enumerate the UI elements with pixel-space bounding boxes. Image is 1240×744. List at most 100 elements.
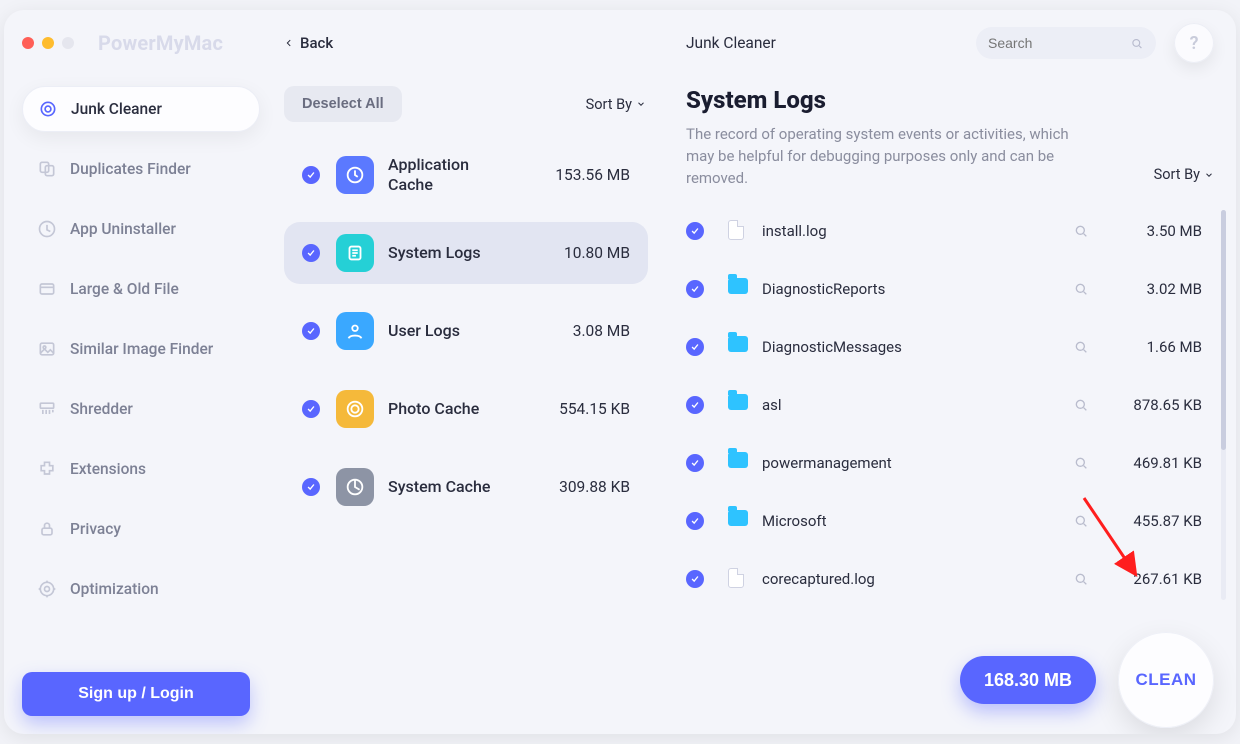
checkbox-checked-icon[interactable] (302, 400, 320, 418)
reveal-icon[interactable] (1070, 510, 1092, 532)
checkbox-checked-icon[interactable] (302, 166, 320, 184)
category-row[interactable]: System Logs 10.80 MB (284, 222, 648, 284)
junk-cleaner-icon (37, 98, 59, 120)
sidebar-footer: Sign up / Login (22, 672, 260, 716)
panel-description: The record of operating system events or… (686, 124, 1086, 189)
chevron-down-icon (636, 99, 646, 109)
sort-by-category-dropdown[interactable]: Sort By (586, 96, 646, 113)
checkbox-checked-icon[interactable] (686, 454, 704, 472)
file-size: 267.61 KB (1106, 570, 1202, 588)
sidebar-item-label: Junk Cleaner (71, 100, 162, 118)
sort-by-files-dropdown[interactable]: Sort By (1154, 166, 1214, 183)
category-list: ApplicationCache 153.56 MB System Logs 1… (284, 144, 654, 518)
category-label: System Logs (388, 243, 481, 263)
window-controls: PowerMyMac (22, 28, 260, 58)
file-size: 469.81 KB (1106, 454, 1202, 472)
folder-icon (728, 336, 748, 352)
maximize-window-icon[interactable] (62, 37, 74, 49)
optimization-icon (36, 578, 58, 600)
file-name: DiagnosticReports (762, 280, 885, 298)
clean-button[interactable]: CLEAN (1118, 632, 1214, 728)
checkbox-checked-icon[interactable] (302, 244, 320, 262)
category-label: ApplicationCache (388, 155, 469, 195)
checkbox-checked-icon[interactable] (686, 338, 704, 356)
file-size: 1.66 MB (1106, 338, 1202, 356)
checkbox-checked-icon[interactable] (686, 222, 704, 240)
sidebar-item-app-uninstaller[interactable]: App Uninstaller (22, 206, 260, 252)
file-row[interactable]: DiagnosticMessages 1.66 MB (686, 325, 1202, 369)
folder-icon (728, 394, 748, 410)
file-name: install.log (762, 222, 827, 240)
file-row[interactable]: powermanagement 469.81 KB (686, 441, 1202, 485)
sidebar-item-label: Optimization (70, 580, 159, 598)
category-size: 153.56 MB (555, 166, 630, 184)
sidebar-item-optimization[interactable]: Optimization (22, 566, 260, 612)
login-button[interactable]: Sign up / Login (22, 672, 250, 716)
scrollbar-track[interactable] (1221, 210, 1226, 600)
sidebar-nav: Junk Cleaner Duplicates Finder App Unins… (22, 86, 260, 612)
sidebar-item-label: Large & Old File (70, 280, 179, 298)
category-icon (336, 156, 374, 194)
sidebar-item-junk-cleaner[interactable]: Junk Cleaner (22, 86, 260, 132)
help-button[interactable]: ? (1174, 23, 1214, 63)
checkbox-checked-icon[interactable] (302, 478, 320, 496)
file-row[interactable]: corecaptured.log 267.61 KB (686, 557, 1202, 601)
category-icon (336, 390, 374, 428)
sidebar-item-label: Privacy (70, 520, 121, 538)
detail-panel: Junk Cleaner ? System Logs The record of… (672, 10, 1236, 734)
duplicates-icon (36, 158, 58, 180)
file-icon (728, 568, 744, 588)
sidebar-item-shredder[interactable]: Shredder (22, 386, 260, 432)
category-row[interactable]: User Logs 3.08 MB (284, 300, 648, 362)
file-row[interactable]: Microsoft 455.87 KB (686, 499, 1202, 543)
reveal-icon[interactable] (1070, 394, 1092, 416)
sidebar-item-extensions[interactable]: Extensions (22, 446, 260, 492)
sidebar-item-label: App Uninstaller (70, 220, 176, 238)
scrollbar-thumb[interactable] (1221, 210, 1226, 450)
back-button[interactable]: Back (284, 34, 333, 52)
file-row[interactable]: asl 878.65 KB (686, 383, 1202, 427)
app-brand: PowerMyMac (98, 31, 223, 55)
file-row[interactable]: install.log 3.50 MB (686, 209, 1202, 253)
sidebar-item-large-old-file[interactable]: Large & Old File (22, 266, 260, 312)
sidebar-item-privacy[interactable]: Privacy (22, 506, 260, 552)
category-row[interactable]: ApplicationCache 153.56 MB (284, 144, 648, 206)
reveal-icon[interactable] (1070, 336, 1092, 358)
sort-by-label: Sort By (586, 96, 632, 113)
reveal-icon[interactable] (1070, 568, 1092, 590)
category-icon (336, 234, 374, 272)
search-input[interactable] (988, 35, 1130, 51)
chevron-left-icon (284, 38, 294, 48)
file-size: 878.65 KB (1106, 396, 1202, 414)
sidebar-item-duplicates-finder[interactable]: Duplicates Finder (22, 146, 260, 192)
category-icon (336, 312, 374, 350)
sidebar: PowerMyMac Junk Cleaner Duplicates Finde… (4, 10, 274, 734)
file-row[interactable]: DiagnosticReports 3.02 MB (686, 267, 1202, 311)
sidebar-item-label: Duplicates Finder (70, 160, 191, 178)
folder-icon (728, 452, 748, 468)
close-window-icon[interactable] (22, 37, 34, 49)
checkbox-checked-icon[interactable] (302, 322, 320, 340)
checkbox-checked-icon[interactable] (686, 280, 704, 298)
file-list: install.log 3.50 MB DiagnosticReports 3.… (686, 209, 1214, 636)
category-size: 10.80 MB (564, 244, 630, 262)
search-box[interactable] (976, 27, 1156, 59)
category-row[interactable]: System Cache 309.88 KB (284, 456, 648, 518)
extensions-icon (36, 458, 58, 480)
reveal-icon[interactable] (1070, 452, 1092, 474)
category-label: User Logs (388, 321, 460, 341)
checkbox-checked-icon[interactable] (686, 396, 704, 414)
reveal-icon[interactable] (1070, 278, 1092, 300)
minimize-window-icon[interactable] (42, 37, 54, 49)
checkbox-checked-icon[interactable] (686, 570, 704, 588)
similar-image-icon (36, 338, 58, 360)
app-window: PowerMyMac Junk Cleaner Duplicates Finde… (4, 10, 1236, 734)
checkbox-checked-icon[interactable] (686, 512, 704, 530)
file-name: DiagnosticMessages (762, 338, 902, 356)
category-row[interactable]: Photo Cache 554.15 KB (284, 378, 648, 440)
deselect-all-button[interactable]: Deselect All (284, 86, 402, 122)
file-icon (728, 220, 744, 240)
sidebar-item-similar-image-finder[interactable]: Similar Image Finder (22, 326, 260, 372)
reveal-icon[interactable] (1070, 220, 1092, 242)
breadcrumb: Junk Cleaner (686, 34, 776, 52)
